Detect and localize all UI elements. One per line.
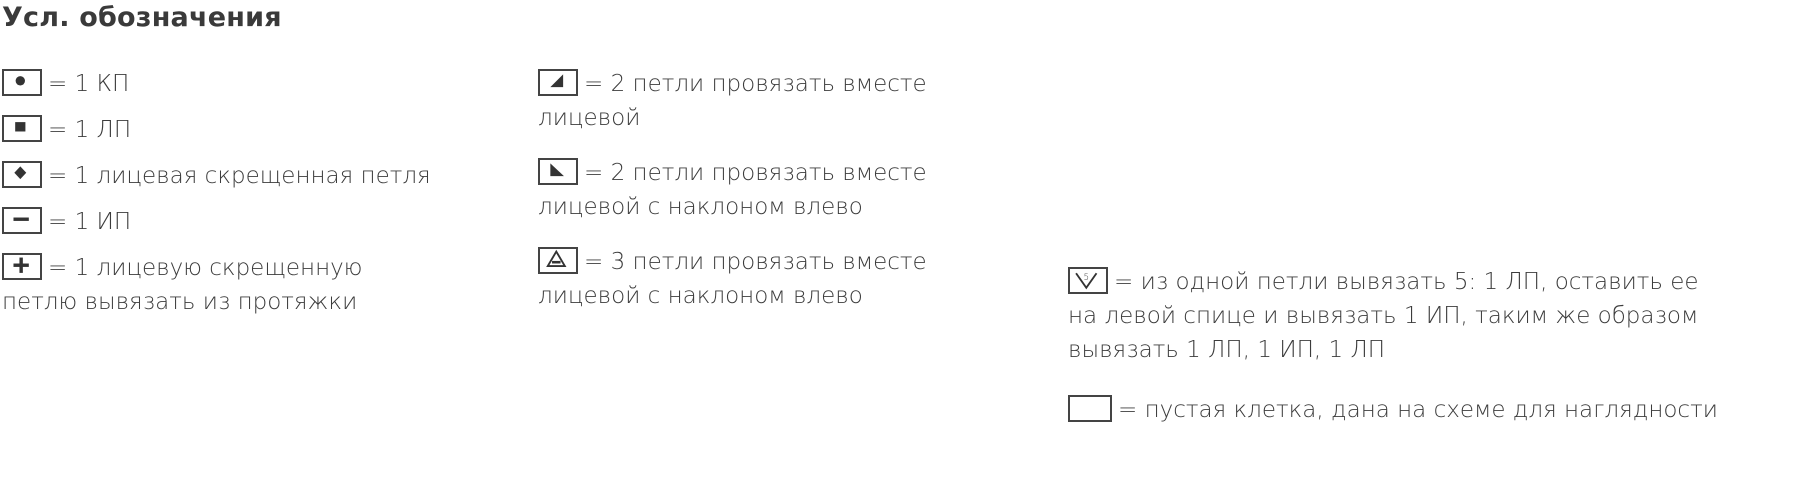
empty-cell-icon — [1068, 395, 1112, 422]
minus-icon — [2, 207, 42, 234]
legend-item-text: = из одной петли вывязать 5: 1 ЛП, остав… — [1114, 269, 1699, 295]
legend-item-text: = 2 петли провязать вместе — [584, 160, 927, 186]
legend-item-text-line2: лицевой с наклоном влево — [538, 194, 863, 220]
legend-item-text: = 1 ЛП — [48, 117, 132, 143]
legend-item-k2tog: = 2 петли провязать вместе лицевой — [538, 66, 927, 136]
legend-item-ip: = 1 ИП — [2, 204, 131, 240]
filled-diamond-icon — [2, 161, 42, 188]
legend-item-empty-cell: = пустая клетка, дана на схеме для нагля… — [1068, 392, 1718, 428]
legend-item-text: = 2 петли провязать вместе — [584, 71, 927, 97]
page-title: Усл. обозначения — [2, 2, 282, 33]
filled-square-icon — [2, 115, 42, 142]
filled-circle-icon — [2, 69, 42, 96]
svg-text:5: 5 — [1084, 273, 1089, 283]
legend-item-text: = пустая клетка, дана на схеме для нагля… — [1118, 397, 1718, 423]
legend-item-crossed-from-strand: = 1 лицевую скрещенную петлю вывязать из… — [2, 250, 362, 320]
legend-item-text: = 1 КП — [48, 71, 130, 97]
legend-item-k3tog-left: = 3 петли провязать вместе лицевой с нак… — [538, 244, 927, 314]
legend-item-increase-five: 5 = из одной петли вывязать 5: 1 ЛП, ост… — [1068, 264, 1699, 368]
legend-item-text-line3: вывязать 1 ЛП, 1 ИП, 1 ЛП — [1068, 337, 1386, 363]
legend-item-text: = 3 петли провязать вместе — [584, 249, 927, 275]
legend-item-text-line2: лицевой с наклоном влево — [538, 283, 863, 309]
legend-item-text-line2: на левой спице и вывязать 1 ИП, таким же… — [1068, 303, 1699, 329]
legend-item-crossed-knit: = 1 лицевая скрещенная петля — [2, 158, 431, 194]
legend-item-kp: = 1 КП — [2, 66, 129, 102]
right-triangle-right-slant-icon — [538, 158, 578, 185]
legend-item-lp: = 1 ЛП — [2, 112, 131, 148]
plus-icon — [2, 253, 42, 280]
triangle-outline-icon — [538, 247, 578, 274]
legend-item-text: = 1 лицевую скрещенную — [48, 255, 363, 281]
legend-item-text: = 1 ИП — [48, 209, 132, 235]
legend-item-text: = 1 лицевая скрещенная петля — [48, 163, 431, 189]
legend-item-text-line2: петлю вывязать из протяжки — [2, 289, 358, 315]
legend-item-k2tog-left: = 2 петли провязать вместе лицевой с нак… — [538, 155, 927, 225]
legend-item-text-line2: лицевой — [538, 105, 641, 131]
v-five-icon: 5 — [1068, 267, 1108, 294]
right-triangle-left-slant-icon — [538, 69, 578, 96]
